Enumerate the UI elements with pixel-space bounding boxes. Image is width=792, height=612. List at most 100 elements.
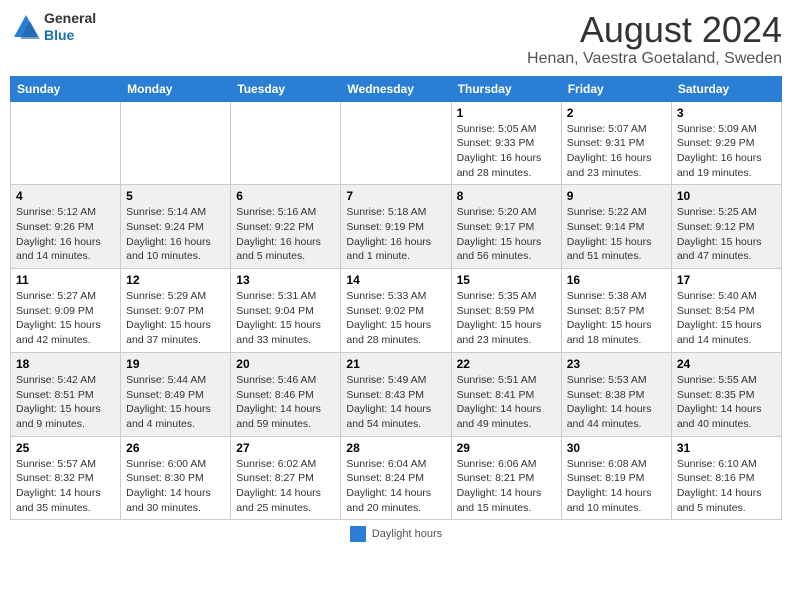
day-cell: 8Sunrise: 5:20 AM Sunset: 9:17 PM Daylig… — [451, 185, 561, 269]
day-info: Sunrise: 5:38 AM Sunset: 8:57 PM Dayligh… — [567, 289, 666, 348]
col-header-friday: Friday — [561, 76, 671, 101]
calendar: SundayMondayTuesdayWednesdayThursdayFrid… — [10, 76, 782, 521]
day-info: Sunrise: 5:22 AM Sunset: 9:14 PM Dayligh… — [567, 205, 666, 264]
week-row-2: 4 Sunrise: 5:12 AM Sunset: 9:26 PM Daylig… — [11, 185, 782, 269]
day-number: 1 — [457, 106, 556, 120]
day-number: 5 — [126, 189, 225, 203]
day-cell — [341, 101, 451, 185]
day-cell: 31 Sunrise: 6:10 AM Sunset: 8:16 PM Dayli… — [671, 436, 781, 520]
logo-general-text: General — [44, 10, 96, 27]
day-info: Sunrise: 5:12 AM Sunset: 9:26 PM Dayligh… — [16, 205, 115, 264]
day-number: 3 — [677, 106, 776, 120]
col-header-wednesday: Wednesday — [341, 76, 451, 101]
day-number: 28 — [346, 441, 445, 455]
day-info: Sunrise: 5:25 AM Sunset: 9:12 PM Dayligh… — [677, 205, 776, 264]
subtitle: Henan, Vaestra Goetaland, Sweden — [527, 50, 782, 68]
day-number: 4 — [16, 189, 115, 203]
week-row-1: 1 Sunrise: 5:05 AM Sunset: 9:33 PM Daylig… — [11, 101, 782, 185]
week-row-3: 11Sunrise: 5:27 AM Sunset: 9:09 PM Dayli… — [11, 269, 782, 353]
day-info: Sunrise: 5:55 AM Sunset: 8:35 PM Dayligh… — [677, 373, 776, 432]
main-title: August 2024 — [527, 10, 782, 50]
day-cell: 21 Sunrise: 5:49 AM Sunset: 8:43 PM Dayli… — [341, 352, 451, 436]
header: General Blue August 2024 Henan, Vaestra … — [10, 10, 782, 68]
day-cell: 3Sunrise: 5:09 AM Sunset: 9:29 PM Daylig… — [671, 101, 781, 185]
day-number: 26 — [126, 441, 225, 455]
day-cell: 18 Sunrise: 5:42 AM Sunset: 8:51 PM Dayli… — [11, 352, 121, 436]
col-header-tuesday: Tuesday — [231, 76, 341, 101]
day-number: 27 — [236, 441, 335, 455]
day-cell: 23 Sunrise: 5:53 AM Sunset: 8:38 PM Dayli… — [561, 352, 671, 436]
day-cell: 10 Sunrise: 5:25 AM Sunset: 9:12 PM Dayli… — [671, 185, 781, 269]
day-info: Sunrise: 5:31 AM Sunset: 9:04 PM Dayligh… — [236, 289, 335, 348]
day-cell: 25 Sunrise: 5:57 AM Sunset: 8:32 PM Dayli… — [11, 436, 121, 520]
day-number: 25 — [16, 441, 115, 455]
footer-label: Daylight hours — [372, 528, 442, 540]
day-info: Sunrise: 5:18 AM Sunset: 9:19 PM Dayligh… — [346, 205, 445, 264]
day-cell: 15Sunrise: 5:35 AM Sunset: 8:59 PM Dayli… — [451, 269, 561, 353]
logo: General Blue — [10, 10, 96, 44]
day-cell: 29 Sunrise: 6:06 AM Sunset: 8:21 PM Dayli… — [451, 436, 561, 520]
day-number: 20 — [236, 357, 335, 371]
day-info: Sunrise: 5:42 AM Sunset: 8:51 PM Dayligh… — [16, 373, 115, 432]
day-info: Sunrise: 6:10 AM Sunset: 8:16 PM Dayligh… — [677, 457, 776, 516]
col-header-monday: Monday — [121, 76, 231, 101]
day-cell: 7 Sunrise: 5:18 AM Sunset: 9:19 PM Daylig… — [341, 185, 451, 269]
logo-icon — [10, 13, 42, 41]
day-info: Sunrise: 5:16 AM Sunset: 9:22 PM Dayligh… — [236, 205, 335, 264]
day-info: Sunrise: 5:57 AM Sunset: 8:32 PM Dayligh… — [16, 457, 115, 516]
day-info: Sunrise: 5:46 AM Sunset: 8:46 PM Dayligh… — [236, 373, 335, 432]
footer: Daylight hours — [10, 526, 782, 542]
day-cell: 2 Sunrise: 5:07 AM Sunset: 9:31 PM Daylig… — [561, 101, 671, 185]
day-cell: 6 Sunrise: 5:16 AM Sunset: 9:22 PM Daylig… — [231, 185, 341, 269]
day-cell: 22Sunrise: 5:51 AM Sunset: 8:41 PM Dayli… — [451, 352, 561, 436]
day-info: Sunrise: 6:00 AM Sunset: 8:30 PM Dayligh… — [126, 457, 225, 516]
day-cell — [231, 101, 341, 185]
day-number: 24 — [677, 357, 776, 371]
day-cell: 24 Sunrise: 5:55 AM Sunset: 8:35 PM Dayli… — [671, 352, 781, 436]
daylight-swatch — [350, 526, 366, 542]
col-header-saturday: Saturday — [671, 76, 781, 101]
day-info: Sunrise: 5:53 AM Sunset: 8:38 PM Dayligh… — [567, 373, 666, 432]
day-info: Sunrise: 6:06 AM Sunset: 8:21 PM Dayligh… — [457, 457, 556, 516]
day-cell: 14Sunrise: 5:33 AM Sunset: 9:02 PM Dayli… — [341, 269, 451, 353]
day-number: 30 — [567, 441, 666, 455]
day-number: 18 — [16, 357, 115, 371]
day-cell: 5 Sunrise: 5:14 AM Sunset: 9:24 PM Daylig… — [121, 185, 231, 269]
day-number: 14 — [346, 273, 445, 287]
day-number: 7 — [346, 189, 445, 203]
day-info: Sunrise: 5:07 AM Sunset: 9:31 PM Dayligh… — [567, 122, 666, 181]
day-cell — [11, 101, 121, 185]
day-cell: 12Sunrise: 5:29 AM Sunset: 9:07 PM Dayli… — [121, 269, 231, 353]
day-cell: 4 Sunrise: 5:12 AM Sunset: 9:26 PM Daylig… — [11, 185, 121, 269]
day-cell: 30 Sunrise: 6:08 AM Sunset: 8:19 PM Dayli… — [561, 436, 671, 520]
day-cell: 9 Sunrise: 5:22 AM Sunset: 9:14 PM Daylig… — [561, 185, 671, 269]
week-row-5: 25 Sunrise: 5:57 AM Sunset: 8:32 PM Dayli… — [11, 436, 782, 520]
day-cell: 19Sunrise: 5:44 AM Sunset: 8:49 PM Dayli… — [121, 352, 231, 436]
day-number: 17 — [677, 273, 776, 287]
calendar-header-row: SundayMondayTuesdayWednesdayThursdayFrid… — [11, 76, 782, 101]
title-area: August 2024 Henan, Vaestra Goetaland, Sw… — [527, 10, 782, 68]
day-info: Sunrise: 5:14 AM Sunset: 9:24 PM Dayligh… — [126, 205, 225, 264]
day-number: 29 — [457, 441, 556, 455]
day-info: Sunrise: 5:49 AM Sunset: 8:43 PM Dayligh… — [346, 373, 445, 432]
day-number: 2 — [567, 106, 666, 120]
day-info: Sunrise: 5:05 AM Sunset: 9:33 PM Dayligh… — [457, 122, 556, 181]
day-number: 21 — [346, 357, 445, 371]
day-cell: 1 Sunrise: 5:05 AM Sunset: 9:33 PM Daylig… — [451, 101, 561, 185]
day-cell: 27 Sunrise: 6:02 AM Sunset: 8:27 PM Dayli… — [231, 436, 341, 520]
day-number: 6 — [236, 189, 335, 203]
day-number: 23 — [567, 357, 666, 371]
day-number: 31 — [677, 441, 776, 455]
day-info: Sunrise: 6:02 AM Sunset: 8:27 PM Dayligh… — [236, 457, 335, 516]
day-info: Sunrise: 5:27 AM Sunset: 9:09 PM Dayligh… — [16, 289, 115, 348]
day-number: 13 — [236, 273, 335, 287]
day-info: Sunrise: 5:40 AM Sunset: 8:54 PM Dayligh… — [677, 289, 776, 348]
logo-blue-text: Blue — [44, 27, 96, 44]
day-number: 10 — [677, 189, 776, 203]
day-number: 12 — [126, 273, 225, 287]
week-row-4: 18 Sunrise: 5:42 AM Sunset: 8:51 PM Dayli… — [11, 352, 782, 436]
day-number: 9 — [567, 189, 666, 203]
day-number: 15 — [457, 273, 556, 287]
day-info: Sunrise: 6:08 AM Sunset: 8:19 PM Dayligh… — [567, 457, 666, 516]
day-number: 16 — [567, 273, 666, 287]
